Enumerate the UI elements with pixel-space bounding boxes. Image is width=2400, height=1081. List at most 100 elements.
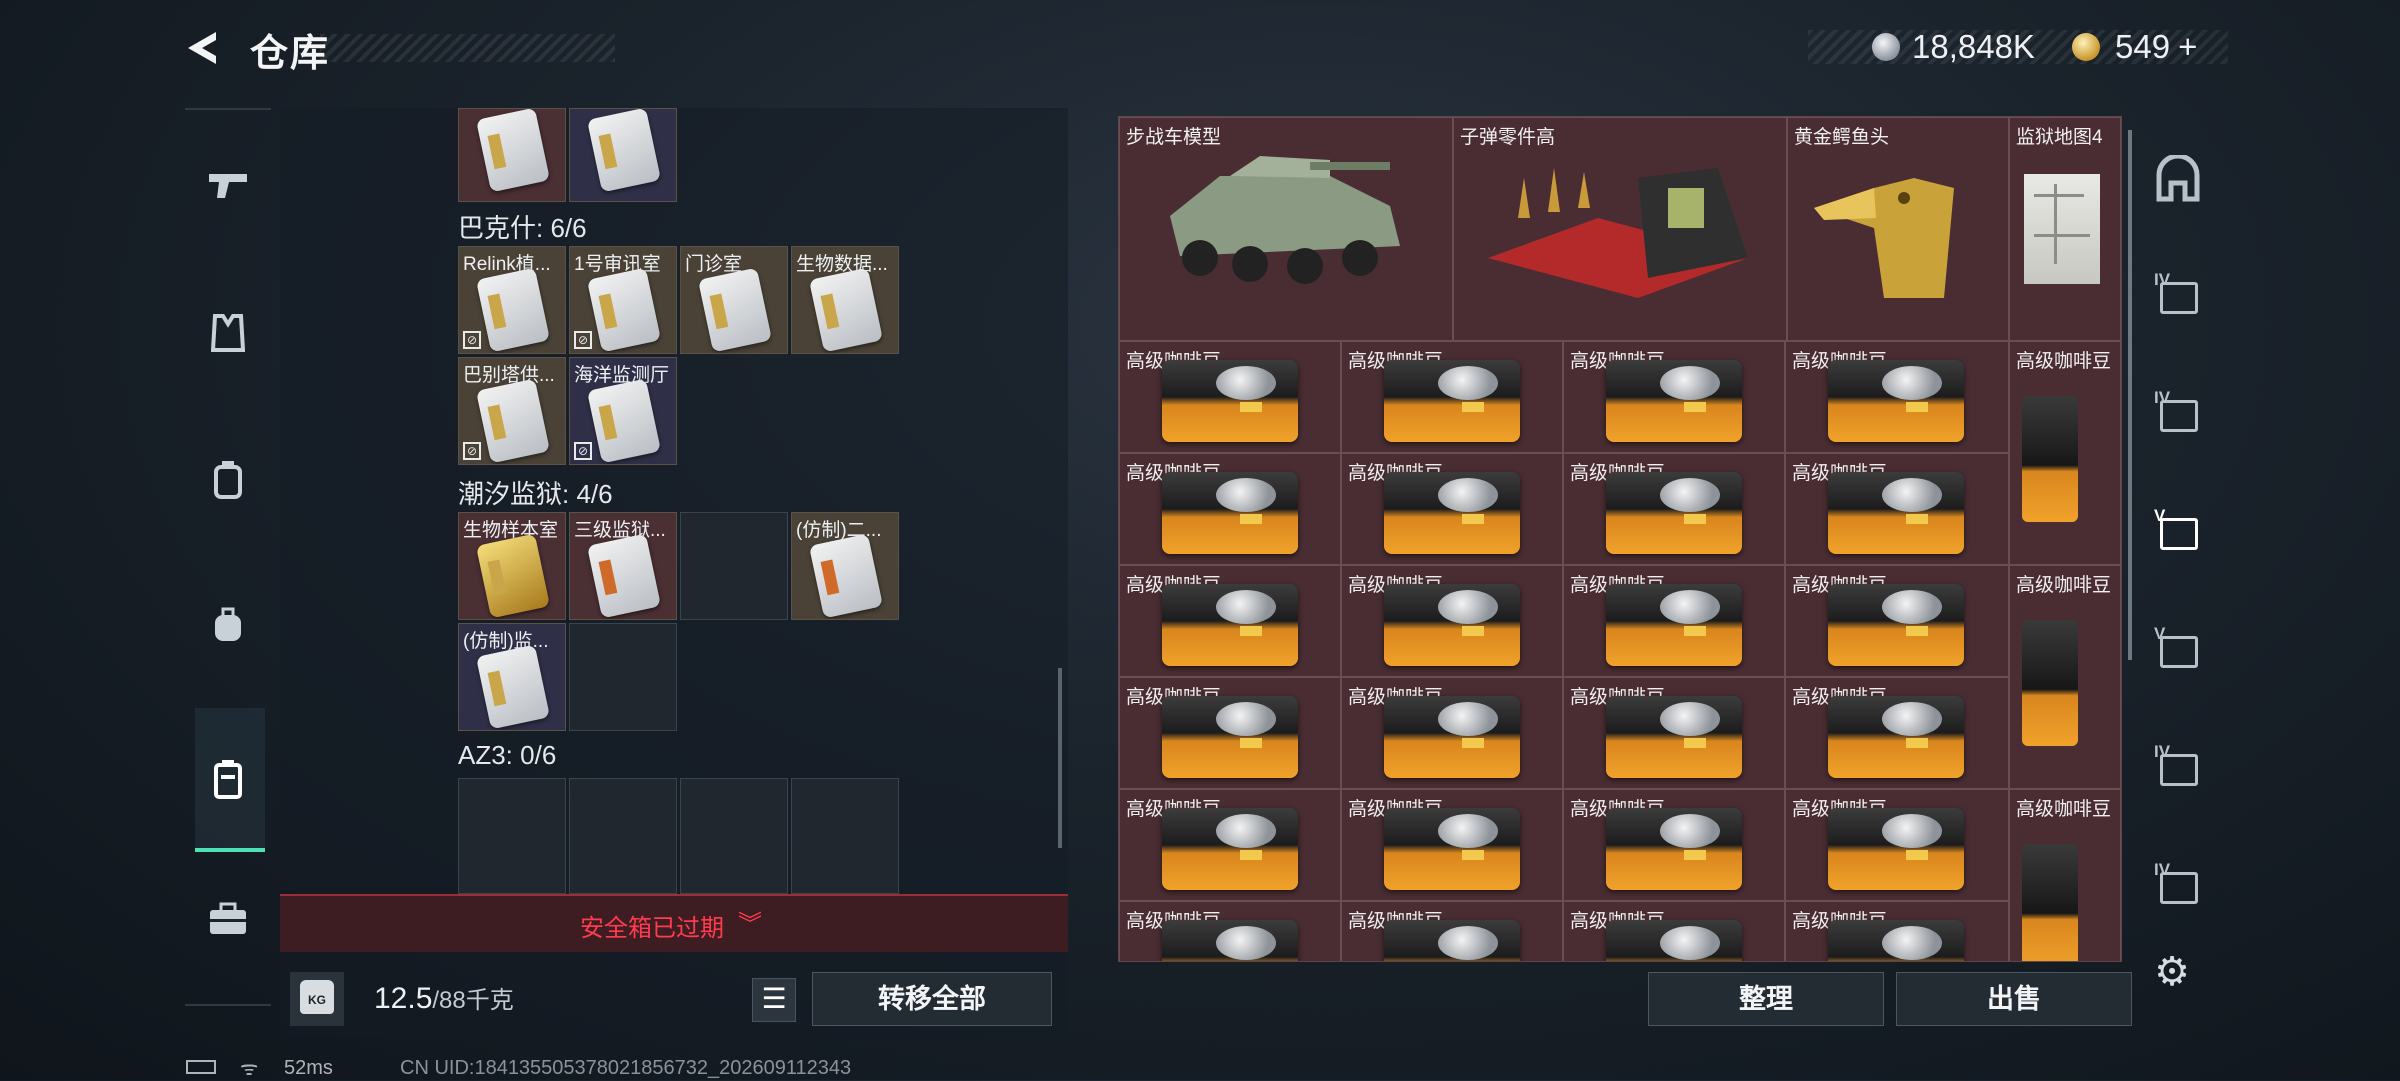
container-tab-arch[interactable] [2146, 148, 2210, 212]
empty-slot[interactable] [569, 778, 677, 894]
empty-slot[interactable] [680, 778, 788, 894]
coffee-bag-icon [1606, 808, 1742, 890]
coffee-bag-icon [1606, 584, 1742, 666]
inventory-slot[interactable] [458, 108, 566, 202]
container-tab-iv-3[interactable]: IV [2146, 738, 2210, 802]
item-coffee-bean[interactable]: 高级咖啡豆 [1119, 677, 1341, 789]
gold-currency-value[interactable]: 549 + [2115, 28, 2197, 66]
item-coffee-bean[interactable]: 高级咖啡豆 [1563, 901, 1785, 961]
container-tab-iv-1[interactable]: IV [2146, 266, 2210, 330]
safe-case-category-icon[interactable] [193, 744, 263, 814]
item-coffee-bean[interactable]: 高级咖啡豆 [1785, 453, 2009, 565]
helmet-bag-category-icon[interactable] [193, 444, 263, 514]
camera-case-icon [2160, 518, 2198, 550]
item-coffee-bean[interactable]: 高级咖啡豆 [1785, 341, 2009, 453]
coffee-bag-icon [1384, 360, 1520, 442]
ping-readout: 52ms [284, 1057, 333, 1079]
empty-slot[interactable] [791, 778, 899, 894]
coffee-bag-icon [1606, 472, 1742, 554]
item-coffee-bean[interactable]: 高级咖啡豆 [1341, 453, 1563, 565]
inventory-slot[interactable]: 巴别塔供... ⊘ [458, 357, 566, 465]
item-coffee-bean[interactable]: 高级咖啡豆 [1341, 901, 1563, 961]
list-view-icon[interactable]: ☰ [752, 978, 796, 1022]
item-coffee-bean[interactable]: 高级咖啡豆 [1341, 565, 1563, 677]
inventory-slot[interactable]: 三级监狱... [569, 512, 677, 620]
item-armored-vehicle-model[interactable]: 步战车模型 [1119, 117, 1453, 341]
toolbox-category-icon[interactable] [193, 884, 263, 954]
item-coffee-bean[interactable]: 高级咖啡豆 [1119, 565, 1341, 677]
warehouse-grid: 步战车模型 子弹零件高 黄金鳄鱼头 监狱地图4 高级咖啡豆 高级咖啡豆 高级咖啡… [1118, 116, 2122, 962]
item-coffee-bean[interactable]: 高级咖啡豆 [1563, 677, 1785, 789]
coffee-bag-icon [1606, 696, 1742, 778]
silver-currency-value: 18,848K [1912, 28, 2035, 65]
item-coffee-bean[interactable]: 高级咖啡豆 [1341, 341, 1563, 453]
item-coffee-bean-vertical[interactable]: 高级咖啡豆 [2009, 789, 2121, 961]
container-tab-v[interactable]: V [2146, 620, 2210, 684]
folder-icon [2160, 872, 2198, 904]
item-coffee-bean[interactable]: 高级咖啡豆 [1785, 901, 2009, 961]
item-coffee-bean[interactable]: 高级咖啡豆 [1341, 677, 1563, 789]
empty-slot[interactable] [569, 623, 677, 731]
backpack-category-icon[interactable] [193, 590, 263, 660]
add-currency-icon[interactable]: + [2178, 28, 2197, 65]
item-coffee-bean[interactable]: 高级咖啡豆 [1563, 453, 1785, 565]
coffee-bag-icon [2022, 396, 2078, 522]
back-arrow-icon[interactable] [184, 28, 224, 68]
inventory-slot[interactable]: 生物样本室 [458, 512, 566, 620]
item-coffee-bean[interactable]: 高级咖啡豆 [1119, 901, 1341, 961]
item-coffee-bean[interactable]: 高级咖啡豆 [1119, 789, 1341, 901]
container-tab-iv-4[interactable]: IV [2146, 856, 2210, 920]
empty-slot[interactable] [680, 512, 788, 620]
item-coffee-bean[interactable]: 高级咖啡豆 [1119, 341, 1341, 453]
coffee-bag-icon [1606, 360, 1742, 442]
bound-lock-icon: ⊘ [463, 442, 481, 460]
coffee-bag-icon [1828, 472, 1964, 554]
inventory-slot[interactable]: 生物数据... [791, 246, 899, 354]
inventory-slot[interactable]: 门诊室 [680, 246, 788, 354]
right-scrollbar[interactable] [2128, 130, 2132, 660]
item-gold-crocodile-head[interactable]: 黄金鳄鱼头 [1787, 117, 2009, 341]
folder-icon [2160, 282, 2198, 314]
armor-vest-category-icon[interactable] [193, 298, 263, 368]
sell-button[interactable]: 出售 [1896, 972, 2132, 1026]
gear-icon[interactable]: ⚙ [2150, 950, 2194, 994]
item-coffee-bean[interactable]: 高级咖啡豆 [1785, 565, 2009, 677]
coffee-bag-icon [2022, 620, 2078, 746]
arch-icon [2156, 155, 2200, 202]
sort-button[interactable]: 整理 [1648, 972, 1884, 1026]
coffee-bag-icon [1162, 808, 1298, 890]
empty-slot[interactable] [458, 778, 566, 894]
coffee-bag-icon [1162, 472, 1298, 554]
coffee-bag-icon [1828, 920, 1964, 961]
item-coffee-bean[interactable]: 高级咖啡豆 [1563, 565, 1785, 677]
inventory-slot[interactable]: 海洋监测厅 ⊘ [569, 357, 677, 465]
coffee-bag-icon [1828, 584, 1964, 666]
item-coffee-bean[interactable]: 高级咖啡豆 [1563, 341, 1785, 453]
coffee-bag-icon [1384, 696, 1520, 778]
inventory-slot[interactable] [569, 108, 677, 202]
chevron-down-icon[interactable]: ︾ [738, 904, 762, 939]
inventory-slot[interactable]: (仿制)二... [791, 512, 899, 620]
weight-readout: 12.5/88千克 [374, 982, 514, 1015]
container-tab-iv-2[interactable]: IV [2146, 384, 2210, 448]
container-tab-v-active[interactable]: V [2146, 502, 2210, 566]
inventory-slot[interactable]: 1号审讯室 ⊘ [569, 246, 677, 354]
inventory-slot[interactable]: Relink植... ⊘ [458, 246, 566, 354]
item-bullet-parts[interactable]: 子弹零件高 [1453, 117, 1787, 341]
item-coffee-bean[interactable]: 高级咖啡豆 [1119, 453, 1341, 565]
item-coffee-bean-vertical[interactable]: 高级咖啡豆 [2009, 565, 2121, 789]
item-coffee-bean-vertical[interactable]: 高级咖啡豆 [2009, 341, 2121, 565]
item-coffee-bean[interactable]: 高级咖啡豆 [1563, 789, 1785, 901]
inventory-slot[interactable]: (仿制)监... [458, 623, 566, 731]
item-coffee-bean[interactable]: 高级咖啡豆 [1785, 789, 2009, 901]
transfer-all-button[interactable]: 转移全部 [812, 972, 1052, 1026]
camera-case-icon [2160, 636, 2198, 668]
weapon-category-icon[interactable] [193, 150, 263, 220]
item-coffee-bean[interactable]: 高级咖啡豆 [1341, 789, 1563, 901]
user-uid: CN UID:18413550537802185​6732_2026091123… [400, 1057, 852, 1079]
left-scrollbar[interactable] [1058, 668, 1062, 848]
item-coffee-bean[interactable]: 高级咖啡豆 [1785, 677, 2009, 789]
armored-vehicle-icon [1170, 156, 1400, 284]
section-label-az3: AZ3: 0/6 [458, 740, 557, 770]
item-prison-map-4[interactable]: 监狱地图4 [2009, 117, 2121, 341]
